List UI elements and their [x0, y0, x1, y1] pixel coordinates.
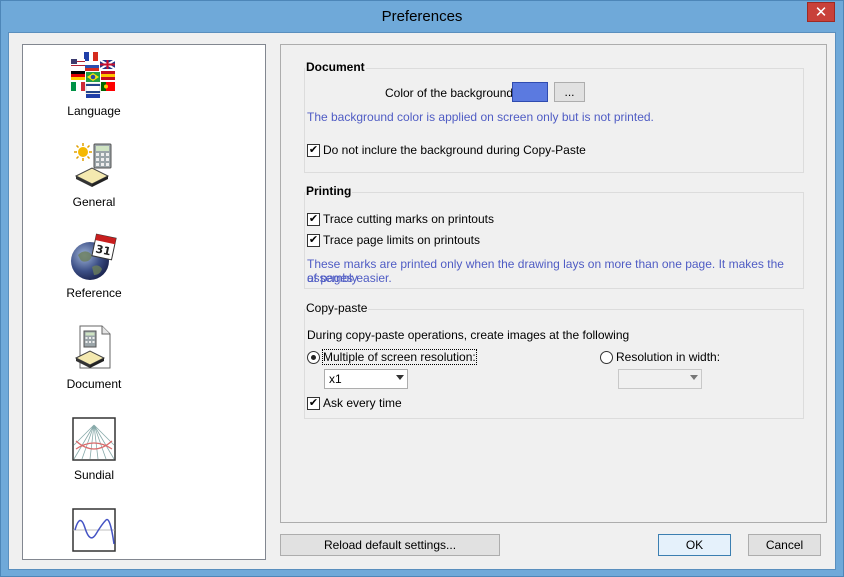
wave-icon	[70, 506, 118, 554]
exclude-background-label: Do not inclure the background during Cop…	[323, 143, 586, 157]
checkbox-checked-icon: ✔	[307, 143, 320, 157]
resolution-width-select[interactable]	[618, 369, 702, 389]
sidebar-item-label: Reference	[66, 286, 122, 300]
document-group-title: Document	[305, 60, 366, 74]
close-button[interactable]: ✕	[807, 2, 835, 22]
window-title: Preferences	[381, 8, 463, 25]
copy-paste-group-title: Copy-paste	[305, 301, 369, 315]
document-calculator-icon	[70, 324, 118, 372]
copy-paste-intro: During copy-paste operations, create ima…	[307, 328, 630, 342]
background-color-swatch[interactable]	[512, 82, 548, 102]
sundial-icon	[70, 415, 118, 463]
page-limits-checkbox[interactable]: ✔ Trace page limits on printouts	[307, 233, 480, 247]
ask-every-time-checkbox[interactable]: ✔ Ask every time	[307, 396, 402, 410]
sidebar-item-general[interactable]: General	[23, 142, 165, 209]
cancel-button[interactable]: Cancel	[748, 534, 821, 556]
background-color-label: Color of the background:	[385, 86, 517, 100]
background-note: The background color is applied on scree…	[307, 110, 654, 124]
sidebar-item-document[interactable]: Document	[23, 324, 165, 391]
sidebar-item-reference[interactable]: 31 Reference	[23, 233, 165, 300]
copy-paste-group: Copy-paste During copy-paste operations,…	[304, 301, 804, 419]
reload-defaults-button[interactable]: Reload default settings...	[280, 534, 500, 556]
checkbox-checked-icon: ✔	[307, 396, 320, 410]
resolution-width-radio[interactable]: Resolution in width:	[600, 350, 720, 364]
exclude-background-checkbox[interactable]: ✔ Do not inclure the background during C…	[307, 143, 586, 157]
checkbox-checked-icon: ✔	[307, 233, 320, 247]
dialog-client: Language General 31 Reference Document S…	[8, 32, 836, 570]
chevron-down-icon	[396, 375, 404, 380]
sidebar-item-language[interactable]: Language	[23, 51, 165, 118]
multiple-resolution-select[interactable]: x1	[324, 369, 408, 389]
radio-unselected-icon	[600, 350, 613, 364]
multiple-resolution-radio[interactable]: Multiple of screen resolution:	[307, 349, 477, 365]
resolution-width-label: Resolution in width:	[616, 350, 721, 364]
settings-panel: Document Color of the background: ... Th…	[280, 44, 827, 523]
sidebar-item-label: Sundial	[73, 468, 115, 482]
flags-icon	[70, 51, 118, 99]
radio-selected-icon	[307, 350, 320, 364]
ok-button[interactable]: OK	[658, 534, 731, 556]
sidebar-item-sundial[interactable]: Sundial	[23, 415, 165, 482]
checkbox-checked-icon: ✔	[307, 212, 320, 226]
category-list[interactable]: Language General 31 Reference Document S…	[22, 44, 266, 560]
multiple-resolution-value: x1	[329, 372, 342, 386]
sidebar-item-label: General	[72, 195, 116, 209]
ask-every-time-label: Ask every time	[323, 396, 402, 410]
printing-group: Printing ✔ Trace cutting marks on printo…	[304, 184, 804, 289]
chevron-down-icon	[690, 375, 698, 380]
calculator-sun-icon	[70, 142, 118, 190]
sidebar-item-label: Document	[66, 377, 122, 391]
sidebar-item-curves[interactable]	[23, 506, 165, 559]
printing-group-title: Printing	[305, 184, 353, 198]
color-picker-button[interactable]: ...	[554, 82, 585, 102]
title-bar[interactable]: Preferences ✕	[1, 1, 843, 33]
globe-calendar-icon: 31	[70, 233, 118, 281]
document-group: Document Color of the background: ... Th…	[304, 60, 804, 173]
preferences-window: Preferences ✕ Language General 31 Refere…	[0, 0, 844, 577]
cutting-marks-checkbox[interactable]: ✔ Trace cutting marks on printouts	[307, 212, 494, 226]
cutting-marks-label: Trace cutting marks on printouts	[323, 212, 494, 226]
printing-note-line2: of pages easier.	[307, 271, 392, 285]
multiple-resolution-label: Multiple of screen resolution:	[322, 349, 477, 365]
sidebar-item-label: Language	[67, 104, 121, 118]
page-limits-label: Trace page limits on printouts	[323, 233, 480, 247]
close-icon: ✕	[814, 3, 828, 21]
